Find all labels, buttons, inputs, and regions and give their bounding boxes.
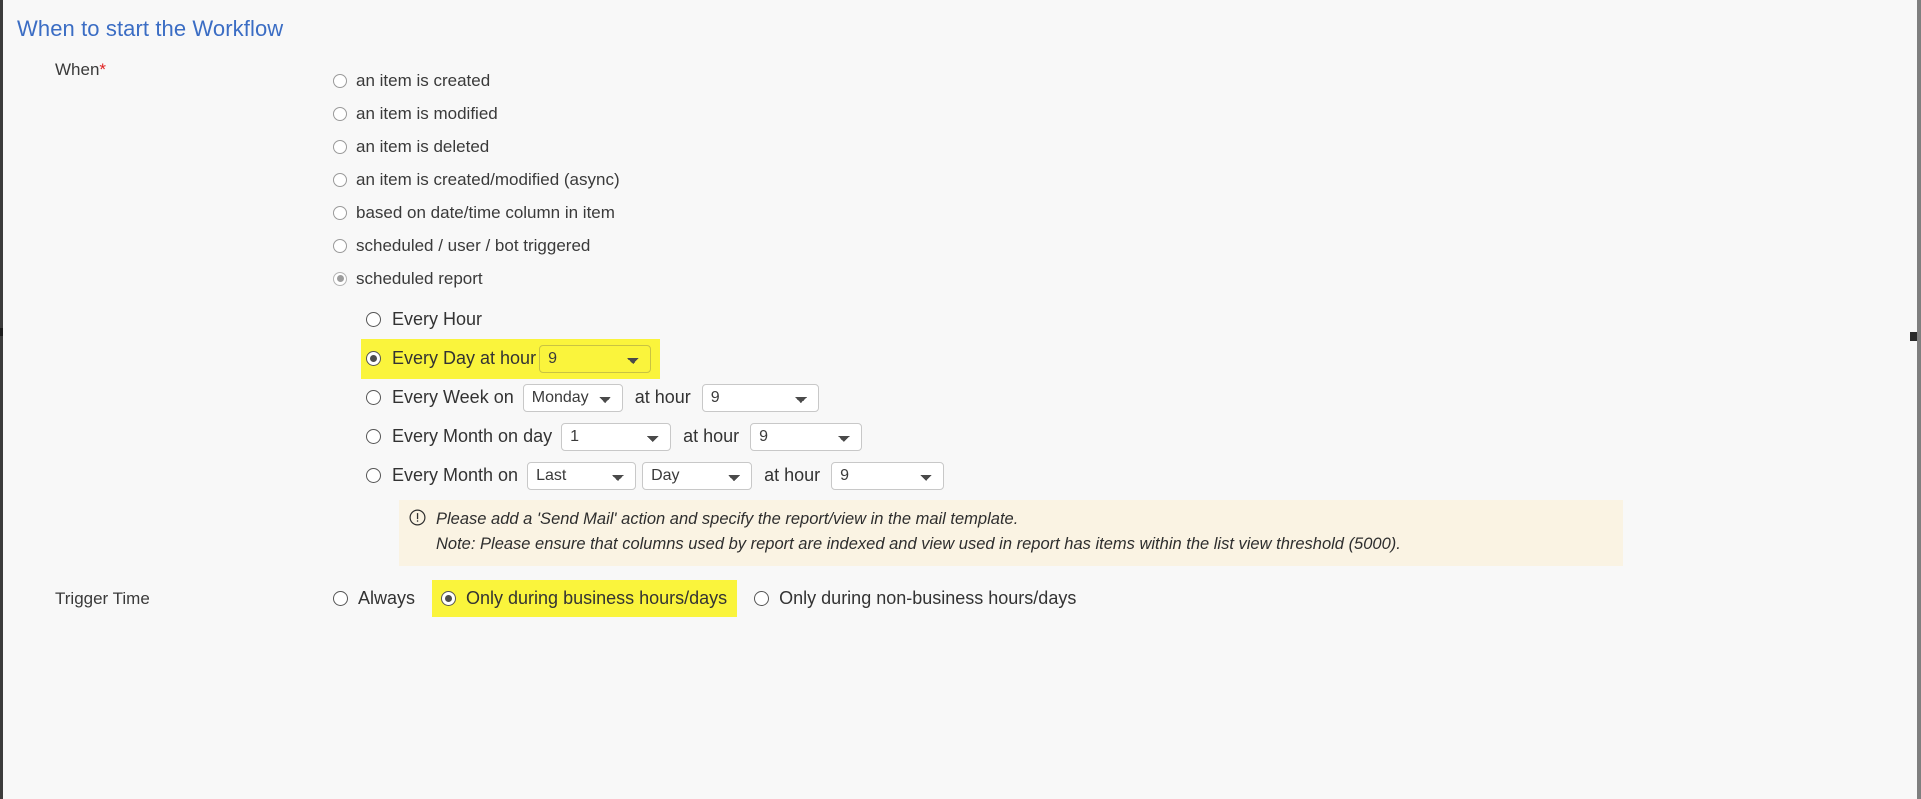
trigger-option-always[interactable]: Always: [333, 588, 415, 609]
every-month-day-select[interactable]: 1234567891011121314151617181920212223242…: [561, 422, 672, 451]
trigger-option-non-business-hours[interactable]: Only during non-business hours/days: [754, 588, 1076, 609]
every-month-ordinal-hour-select[interactable]: 01234567891011121314151617181920212223: [831, 461, 945, 490]
when-option-item-modified[interactable]: an item is modified: [333, 97, 1910, 130]
radio-icon[interactable]: [366, 429, 381, 444]
when-option-label: an item is created/modified (async): [356, 169, 620, 189]
radio-icon[interactable]: [333, 73, 347, 88]
every-week-weekday-select[interactable]: SundayMondayTuesdayWednesdayThursdayFrid…: [522, 383, 623, 412]
schedule-option-every-week[interactable]: Every Week on SundayMondayTuesdayWednesd…: [366, 378, 1910, 417]
when-option-scheduled-user-bot-triggered[interactable]: scheduled / user / bot triggered: [333, 229, 1910, 262]
every-month-dayname-select[interactable]: DayWeekdaySundayMondayTuesdayWednesdayTh…: [642, 461, 753, 490]
note-line-2: Note: Please ensure that columns used by…: [436, 535, 1401, 553]
radio-icon[interactable]: [333, 238, 347, 253]
when-option-label: an item is modified: [356, 103, 498, 123]
workflow-settings-page: When to start the Workflow When* an item…: [3, 0, 1910, 799]
scheduled-report-note: Please add a 'Send Mail' action and spec…: [399, 500, 1623, 566]
when-row: When* an item is created an item is modi…: [3, 60, 1910, 566]
when-option-item-created[interactable]: an item is created: [333, 64, 1910, 97]
every-day-highlight: Every Day at hour 0123456789101112131415…: [361, 338, 661, 379]
every-day-hour-select[interactable]: 01234567891011121314151617181920212223: [539, 344, 652, 373]
radio-icon[interactable]: [366, 468, 381, 483]
when-option-label: based on date/time column in item: [356, 202, 615, 222]
exclamation-circle-icon: [409, 509, 426, 531]
trigger-time-field: Always Only during business hours/days O…: [278, 580, 1910, 617]
when-label-text: When: [55, 60, 100, 79]
workflow-form: When* an item is created an item is modi…: [3, 60, 1910, 617]
window-right-border-notch: [1910, 332, 1917, 341]
radio-icon[interactable]: [333, 106, 347, 121]
when-label: When*: [3, 60, 278, 80]
trigger-time-label: Trigger Time: [55, 588, 150, 608]
page-title: When to start the Workflow: [17, 16, 284, 41]
when-option-scheduled-report[interactable]: scheduled report: [333, 262, 1910, 295]
radio-icon[interactable]: [333, 139, 347, 154]
radio-icon[interactable]: [754, 591, 770, 606]
when-radio-group: an item is created an item is modified a…: [278, 60, 1910, 566]
every-month-ordinal-at-hour-label: at hour: [764, 465, 821, 485]
schedule-option-every-day[interactable]: Every Day at hour 0123456789101112131415…: [361, 338, 1910, 379]
when-option-based-on-datetime-column[interactable]: based on date/time column in item: [333, 196, 1910, 229]
schedule-option-every-month-ordinal[interactable]: Every Month on FirstSecondThirdFourthLas…: [366, 456, 1910, 495]
radio-icon[interactable]: [366, 312, 381, 327]
when-option-label: scheduled report: [356, 268, 483, 288]
when-option-label: scheduled / user / bot triggered: [356, 235, 591, 255]
schedule-option-label: Every Day at hour: [392, 348, 537, 368]
when-option-item-created-modified-async[interactable]: an item is created/modified (async): [333, 163, 1910, 196]
schedule-option-label: Every Week on: [392, 387, 514, 407]
when-options-field: an item is created an item is modified a…: [278, 60, 1910, 566]
window-right-border: [1917, 0, 1921, 799]
radio-icon[interactable]: [333, 172, 347, 187]
radio-icon[interactable]: [441, 591, 457, 606]
trigger-option-label: Always: [358, 588, 416, 608]
every-month-day-hour-select[interactable]: 01234567891011121314151617181920212223: [750, 422, 863, 451]
schedule-option-every-month-on-day[interactable]: Every Month on day 123456789101112131415…: [366, 417, 1910, 456]
trigger-time-row: Trigger Time Always Only during business…: [3, 580, 1910, 617]
every-week-at-hour-label: at hour: [634, 387, 691, 407]
trigger-option-label: Only during business hours/days: [466, 588, 728, 608]
schedule-option-every-hour[interactable]: Every Hour: [366, 300, 1910, 339]
radio-icon[interactable]: [333, 591, 348, 606]
radio-icon[interactable]: [333, 205, 347, 220]
every-month-day-at-hour-label: at hour: [683, 426, 740, 446]
schedule-option-label: Every Hour: [392, 309, 483, 329]
trigger-option-label: Only during non-business hours/days: [779, 588, 1077, 608]
scheduled-report-sub-options: Every Hour Every Day at hour 01234567891…: [333, 295, 1910, 566]
schedule-option-label: Every Month on: [392, 465, 519, 485]
note-line-1: Please add a 'Send Mail' action and spec…: [436, 510, 1019, 528]
radio-icon[interactable]: [366, 351, 381, 366]
every-week-hour-select[interactable]: 01234567891011121314151617181920212223: [701, 383, 819, 412]
when-option-label: an item is created: [356, 70, 491, 90]
schedule-option-label: Every Month on day: [392, 426, 553, 446]
every-month-ordinal-select[interactable]: FirstSecondThirdFourthLast: [527, 461, 637, 490]
note-text: Please add a 'Send Mail' action and spec…: [436, 507, 1401, 557]
radio-icon[interactable]: [366, 390, 381, 405]
required-asterisk: *: [99, 60, 107, 79]
when-option-label: an item is deleted: [356, 136, 490, 156]
radio-icon[interactable]: [333, 271, 347, 286]
when-option-item-deleted[interactable]: an item is deleted: [333, 130, 1910, 163]
trigger-time-radio-group: Always Only during business hours/days O…: [278, 580, 1910, 617]
trigger-option-business-hours[interactable]: Only during business hours/days: [432, 580, 738, 617]
